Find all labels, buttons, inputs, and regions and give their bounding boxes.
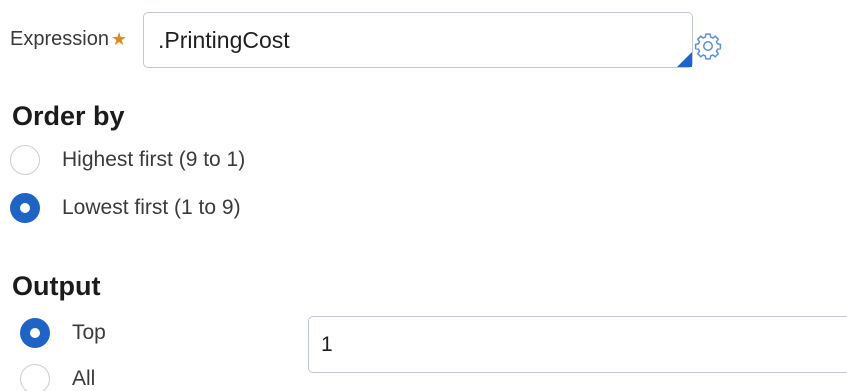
order-highest-option[interactable]: Highest first (9 to 1) — [10, 145, 245, 175]
order-highest-radio[interactable] — [10, 145, 40, 175]
output-top-radio[interactable] — [20, 318, 50, 348]
gear-icon[interactable] — [693, 31, 723, 61]
expression-label: Expression ★ — [10, 28, 127, 51]
order-lowest-label: Lowest first (1 to 9) — [62, 196, 241, 219]
top-count-input[interactable] — [308, 316, 847, 373]
output-all-radio[interactable] — [20, 364, 50, 391]
order-lowest-radio[interactable] — [10, 193, 40, 223]
expression-label-text: Expression — [10, 28, 109, 50]
sort-settings-panel: Expression★ Order by Highest first (9 to… — [0, 0, 847, 391]
output-all-label: All — [72, 367, 96, 390]
required-star-icon: ★ — [110, 29, 128, 49]
output-top-option[interactable]: Top — [20, 318, 106, 348]
output-title: Output — [12, 271, 101, 301]
output-all-option[interactable]: All — [20, 364, 95, 391]
expression-picker-corner-icon[interactable] — [677, 52, 692, 67]
order-by-title: Order by — [12, 101, 125, 131]
expression-input[interactable] — [143, 12, 693, 68]
order-highest-label: Highest first (9 to 1) — [62, 148, 246, 171]
order-lowest-option[interactable]: Lowest first (1 to 9) — [10, 193, 241, 223]
output-top-label: Top — [72, 321, 106, 344]
